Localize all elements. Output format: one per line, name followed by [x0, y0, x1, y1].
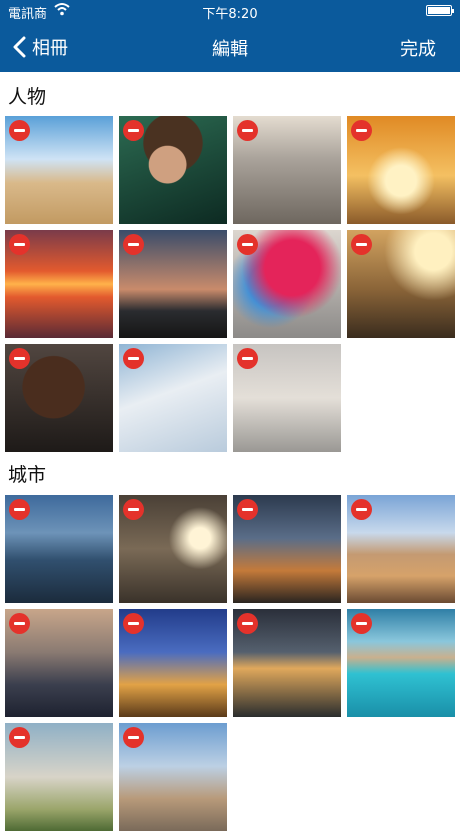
remove-circle-icon[interactable]: [351, 120, 372, 141]
page-title: 編輯: [212, 39, 248, 60]
remove-circle-icon[interactable]: [9, 727, 30, 748]
remove-circle-icon[interactable]: [9, 499, 30, 520]
photo-tile[interactable]: [119, 495, 227, 603]
photo-tile[interactable]: [5, 116, 113, 224]
photo-tile[interactable]: [119, 116, 227, 224]
photo-tile[interactable]: [5, 609, 113, 717]
remove-circle-icon[interactable]: [123, 348, 144, 369]
photo-tile[interactable]: [119, 230, 227, 338]
remove-circle-icon[interactable]: [237, 348, 258, 369]
remove-circle-icon[interactable]: [9, 613, 30, 634]
photo-tile[interactable]: [347, 230, 455, 338]
remove-circle-icon[interactable]: [123, 499, 144, 520]
remove-circle-icon[interactable]: [123, 727, 144, 748]
remove-circle-icon[interactable]: [123, 613, 144, 634]
remove-circle-icon[interactable]: [351, 499, 372, 520]
remove-circle-icon[interactable]: [9, 348, 30, 369]
photo-tile[interactable]: [119, 609, 227, 717]
photo-tile[interactable]: [5, 344, 113, 452]
remove-circle-icon[interactable]: [9, 234, 30, 255]
section-title-people: 人物: [8, 86, 47, 108]
photo-tile[interactable]: [347, 495, 455, 603]
section-title-city: 城市: [8, 464, 47, 486]
photo-tile[interactable]: [233, 116, 341, 224]
remove-circle-icon[interactable]: [237, 613, 258, 634]
photo-grid-people: [5, 116, 455, 452]
photo-tile[interactable]: [119, 723, 227, 831]
photo-grid-city: [5, 495, 455, 831]
photo-tile[interactable]: [347, 609, 455, 717]
photo-tile[interactable]: [5, 723, 113, 831]
done-button[interactable]: 完成: [400, 35, 436, 61]
photo-tile[interactable]: [233, 495, 341, 603]
clock: 下午8:20: [202, 7, 258, 22]
photo-tile[interactable]: [119, 344, 227, 452]
photo-tile[interactable]: [5, 230, 113, 338]
remove-circle-icon[interactable]: [123, 234, 144, 255]
remove-circle-icon[interactable]: [351, 234, 372, 255]
remove-circle-icon[interactable]: [237, 234, 258, 255]
battery-icon: [426, 5, 454, 16]
photo-tile[interactable]: [233, 609, 341, 717]
photo-tile[interactable]: [5, 495, 113, 603]
photo-tile[interactable]: [347, 116, 455, 224]
remove-circle-icon[interactable]: [123, 120, 144, 141]
remove-circle-icon[interactable]: [351, 613, 372, 634]
remove-circle-icon[interactable]: [237, 499, 258, 520]
photo-tile[interactable]: [233, 344, 341, 452]
status-bar: 電訊商 下午8:20: [0, 0, 460, 22]
photo-tile[interactable]: [233, 230, 341, 338]
remove-circle-icon[interactable]: [9, 120, 30, 141]
navigation-bar: 相冊 編輯 完成: [0, 22, 460, 72]
remove-circle-icon[interactable]: [237, 120, 258, 141]
